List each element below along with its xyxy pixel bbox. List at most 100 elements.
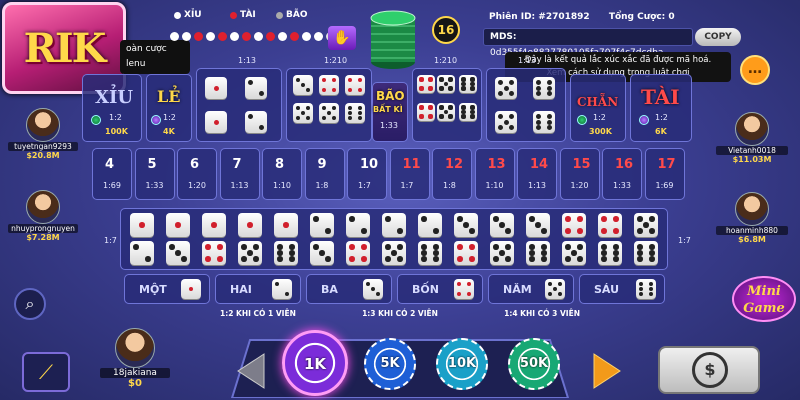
avatar [735,192,769,226]
bet-single-1[interactable]: MỘT [124,274,210,304]
bet-triple-group-right[interactable] [486,68,566,142]
chip-5K[interactable]: 5K [364,338,416,390]
bet-combo-3-5[interactable] [487,213,517,269]
bet-combo-2-4[interactable] [343,213,373,269]
bet-sum-12[interactable]: 12 1:8 [432,148,472,200]
bet-combo-2-6[interactable] [415,213,445,269]
bet-single-5[interactable]: NĂM [488,274,574,304]
die-2 [130,241,154,265]
bet-sum-11[interactable]: 11 1:7 [389,148,430,200]
sum-number: 16 [615,157,634,172]
bet-triple-group-left[interactable] [196,68,282,142]
bet-tai[interactable]: TÀI 1:2 6K [630,74,692,142]
bet-single-6[interactable]: SÁU [579,274,665,304]
die-1 [202,213,226,237]
bet-chan[interactable]: CHẴN 1:2 300K [570,74,626,142]
bet-sum-17[interactable]: 17 1:69 [644,148,685,200]
sum-number: 6 [190,157,200,172]
bet-sum-10[interactable]: 10 1:7 [347,148,387,200]
die-5 [319,103,339,123]
bet-single-3[interactable]: BA [306,274,392,304]
legend-tai-label: TÀI [240,10,256,20]
bet-xiu[interactable]: XỈU 1:2 100K [82,74,142,142]
history-dot [254,32,263,41]
bet-combo-1-2[interactable] [127,213,157,269]
bet-combo-1-5[interactable] [235,213,265,269]
bet-combo-3-4[interactable] [451,213,481,269]
bet-sum-4[interactable]: 4 1:69 [92,148,132,200]
die-6 [636,279,656,299]
bet-sum-7[interactable]: 7 1:13 [219,148,260,200]
arrow-right-icon[interactable] [592,352,622,390]
bet-sum-15[interactable]: 15 1:20 [559,148,600,200]
sum-number: 4 [105,157,115,172]
search-icon[interactable]: ⌕ [14,288,46,320]
bet-any-triple[interactable]: BÃO BẤT KÌ 1:33 [372,82,408,142]
chip-1K[interactable]: 1K [282,330,348,396]
chip-10K[interactable]: 10K [436,338,488,390]
history-dot [314,32,323,41]
player-seat-2[interactable]: nhuyprongnuyen $7.28M [8,190,78,242]
bet-sum-16[interactable]: 16 1:33 [602,148,642,200]
bet-double-group-right[interactable] [412,68,482,142]
history-panel[interactable]: XỈU TÀI BÃO [158,8,347,48]
player-money: $7.28M [26,233,60,242]
die-6 [345,103,365,123]
chip-marker [639,115,649,125]
bet-combo-1-6[interactable] [271,213,301,269]
avatar [26,108,60,142]
bet-combo-4-6[interactable] [595,213,625,269]
chip-50K[interactable]: 50K [508,338,560,390]
player-seat-3[interactable]: Vietanh0018 $11.03M [716,112,788,164]
chart-icon[interactable]: ⟋ [22,352,70,392]
betting-table: XỈU 1:2 100K LẺ 1:2 4K 1:13 1:210 BÃO BẤ… [82,52,692,304]
bet-combo-4-5[interactable] [559,213,589,269]
chip-marker [577,115,587,125]
die-4 [562,213,586,237]
player-money: $20.8M [26,151,60,160]
bet-le-label: LẺ [157,87,181,106]
sum-number: 7 [232,157,242,172]
bet-le-amount: 4K [163,127,175,136]
any-triple-odds: 1:33 [380,121,398,130]
minigame-button[interactable]: Mini Game [732,276,796,322]
bet-sum-14[interactable]: 14 1:13 [517,148,557,200]
bet-single-4[interactable]: BỐN [397,274,483,304]
chat-icon[interactable]: … [740,55,770,85]
mds-field[interactable]: MDS: 0d355f4e8827780105fa707f4c7dcdba [483,28,693,58]
sum-number: 13 [487,157,506,172]
sum-number: 8 [275,157,285,172]
player-seat-1[interactable]: tuyetngan9293 $20.8M [8,108,78,160]
bet-combo-2-3[interactable] [307,213,337,269]
bet-combo-1-3[interactable] [163,213,193,269]
die-2 [245,111,267,133]
bet-double-group-left[interactable] [286,68,372,142]
bet-single-2[interactable]: HAI [215,274,301,304]
hand-icon[interactable]: ✋ [328,26,356,50]
bet-combo-1-4[interactable] [199,213,229,269]
bet-combo-3-6[interactable] [523,213,553,269]
copy-button[interactable]: COPY [695,28,741,46]
arrow-left-icon[interactable] [236,352,266,390]
die-5 [382,241,406,265]
rule-2: 1:3 KHI CÓ 2 VIÊN [362,309,438,318]
bet-sum-9[interactable]: 9 1:8 [304,148,345,200]
sum-number: 11 [402,157,421,172]
player-seat-4[interactable]: hoanminh880 $6.8M [716,192,788,244]
bet-combo-5-6[interactable] [631,213,661,269]
rebet-button[interactable]: $ [658,346,760,394]
history-dot [278,32,287,41]
bet-chan-amount: 300K [589,127,612,136]
die-1 [274,213,298,237]
die-6 [598,241,622,265]
bet-sum-13[interactable]: 13 1:10 [474,148,515,200]
die-1 [181,279,201,299]
bet-combo-2-5[interactable] [379,213,409,269]
bet-sum-6[interactable]: 6 1:20 [177,148,217,200]
bet-sum-8[interactable]: 8 1:10 [262,148,302,200]
bet-le[interactable]: LẺ 1:2 4K [146,74,192,142]
bet-sum-5[interactable]: 5 1:33 [134,148,175,200]
die-3 [166,241,190,265]
sum-odds: 1:8 [443,181,456,190]
legend-bao: BÃO [276,10,307,20]
